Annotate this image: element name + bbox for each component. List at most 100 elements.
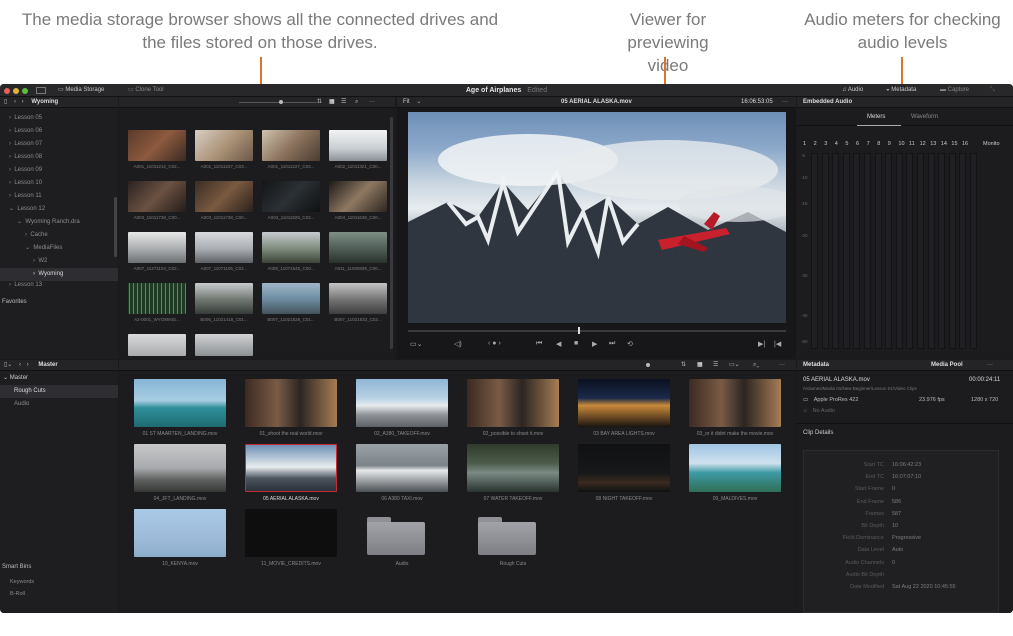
thumbnail[interactable] xyxy=(262,130,320,161)
thumbnail[interactable] xyxy=(329,283,387,314)
tree-item-lesson08[interactable]: › Lesson 08 xyxy=(0,151,118,164)
mark-in-icon[interactable]: ▶| xyxy=(758,340,765,348)
metadata-field-value[interactable]: 0 xyxy=(892,558,895,568)
tree-item-lesson07[interactable]: › Lesson 07 xyxy=(0,138,118,151)
bin-master[interactable]: ⌄ Master xyxy=(0,372,118,385)
thumbnail[interactable] xyxy=(195,130,253,161)
clip-thumbnail[interactable] xyxy=(689,444,781,492)
sort-icon[interactable]: ⇅ xyxy=(317,97,322,108)
loop-icon[interactable]: ⟲ xyxy=(627,340,633,348)
tab-meters[interactable]: Meters xyxy=(867,114,885,120)
folder-icon[interactable] xyxy=(367,517,425,555)
smart-bin-broll[interactable]: B-Roll xyxy=(10,591,25,597)
capture-button[interactable]: ▬ Capture xyxy=(940,86,969,95)
thumbnail[interactable] xyxy=(329,130,387,161)
list-view-icon[interactable]: ☰ xyxy=(341,97,346,108)
skip-end-icon[interactable]: ⏭ xyxy=(609,340,615,348)
clip-thumbnail[interactable] xyxy=(134,379,226,427)
thumbnail[interactable] xyxy=(128,181,186,212)
thumbnail[interactable] xyxy=(128,334,186,356)
bin-toggle-icon[interactable]: ▯⌄ xyxy=(4,362,12,368)
clip-thumbnail[interactable] xyxy=(356,444,448,492)
clip-thumbnail-selected[interactable] xyxy=(245,444,337,492)
sidebar-toggle-icon[interactable]: ▯ xyxy=(4,99,7,105)
thumbnail[interactable] xyxy=(195,334,253,356)
thumbnail[interactable] xyxy=(329,181,387,212)
thumbnail[interactable] xyxy=(128,232,186,263)
clip-thumbnail[interactable] xyxy=(467,379,559,427)
thumbnail[interactable] xyxy=(262,232,320,263)
thumbnail[interactable] xyxy=(195,283,253,314)
tree-item-mediafiles[interactable]: ⌄ MediaFiles xyxy=(0,242,118,255)
metadata-field-value[interactable]: 16:07:07:10 xyxy=(892,472,921,482)
clip-thumbnail[interactable] xyxy=(245,509,337,557)
clip-thumbnail[interactable] xyxy=(689,379,781,427)
more-options-icon[interactable]: ··· xyxy=(369,97,375,108)
thumbnail[interactable] xyxy=(262,181,320,212)
clip-thumbnail[interactable] xyxy=(134,444,226,492)
metadata-field-value[interactable]: Auto xyxy=(892,545,903,555)
thumbnail[interactable] xyxy=(128,130,186,161)
metadata-field-value[interactable]: 16:06:42:23 xyxy=(892,460,921,470)
tree-item-cache[interactable]: › Cache xyxy=(0,229,118,242)
playhead[interactable] xyxy=(578,327,581,334)
thumbnail[interactable] xyxy=(195,232,253,263)
audio-button[interactable]: ♫ Audio xyxy=(842,86,863,95)
folder-icon[interactable] xyxy=(478,517,536,555)
metadata-field-value[interactable]: 587 xyxy=(892,509,901,519)
zoom-handle[interactable] xyxy=(279,100,283,104)
metadata-field-value[interactable]: Progressive xyxy=(892,533,921,543)
clip-thumbnail[interactable] xyxy=(245,379,337,427)
tree-item-w2[interactable]: › W2 xyxy=(0,255,118,268)
timeline-view-icon[interactable]: ▭⌄ xyxy=(729,360,740,371)
audio-waveform-thumbnail[interactable] xyxy=(128,283,186,314)
mark-out-icon[interactable]: |◀ xyxy=(774,340,781,348)
bin-audio[interactable]: Audio xyxy=(0,398,118,411)
clip-thumbnail[interactable] xyxy=(578,379,670,427)
volume-icon[interactable]: ◁) xyxy=(454,340,462,348)
viewer-options-icon[interactable]: ··· xyxy=(782,97,788,108)
tree-item-lesson06[interactable]: › Lesson 06 xyxy=(0,125,118,138)
thumbnail-view-icon[interactable]: ▦ xyxy=(329,97,335,108)
viewer-mode-icon[interactable]: ▭⌄ xyxy=(410,340,422,348)
viewer-scrubber[interactable] xyxy=(408,330,786,332)
clip-thumbnail[interactable] xyxy=(134,509,226,557)
metadata-field-value[interactable]: 0 xyxy=(892,484,895,494)
reverse-icon[interactable]: ◀ xyxy=(556,340,561,348)
tree-item-lesson11[interactable]: › Lesson 11 xyxy=(0,190,118,203)
jog-icon[interactable]: ‹ ● › xyxy=(488,340,501,347)
smart-bin-keywords[interactable]: Keywords xyxy=(10,579,34,585)
skip-start-icon[interactable]: ⏮ xyxy=(536,340,542,348)
storage-grid-scrollbar[interactable] xyxy=(390,117,393,349)
pool-zoom-handle[interactable] xyxy=(646,363,650,367)
tree-item-wyoming[interactable]: › Wyoming xyxy=(0,268,118,281)
sort-icon[interactable]: ⇅ xyxy=(681,360,686,371)
bin-rough-cuts[interactable]: Rough Cuts xyxy=(0,385,118,398)
tree-item-lesson10[interactable]: › Lesson 10 xyxy=(0,177,118,190)
clip-thumbnail[interactable] xyxy=(356,379,448,427)
clip-thumbnail[interactable] xyxy=(467,444,559,492)
search-icon[interactable]: ⌕ xyxy=(355,97,358,108)
list-view-icon[interactable]: ☰ xyxy=(713,360,718,371)
play-icon[interactable]: ▶ xyxy=(592,340,597,348)
more-options-icon[interactable]: ··· xyxy=(779,360,785,371)
search-icon[interactable]: ⌕⌄ xyxy=(753,360,759,371)
back-icon[interactable]: ‹ xyxy=(19,362,21,368)
fit-dropdown[interactable]: Fit xyxy=(403,99,410,105)
expand-icon[interactable]: ⤡ xyxy=(990,86,995,95)
metadata-field-value[interactable]: 586 xyxy=(892,497,901,507)
tree-item-lesson12[interactable]: ⌄ Lesson 12 xyxy=(0,203,118,216)
thumbnail[interactable] xyxy=(262,283,320,314)
thumbnail[interactable] xyxy=(329,232,387,263)
thumbnail[interactable] xyxy=(195,181,253,212)
metadata-options-icon[interactable]: ··· xyxy=(987,360,993,371)
chevron-down-icon[interactable]: ⌄ xyxy=(416,99,421,105)
storage-scrollbar[interactable] xyxy=(114,197,117,257)
tree-item-lesson05[interactable]: › Lesson 05 xyxy=(0,112,118,125)
metadata-button[interactable]: ◒ Metadata xyxy=(886,86,916,95)
clip-thumbnail[interactable] xyxy=(578,444,670,492)
forward-icon[interactable]: › xyxy=(27,362,29,368)
tree-item-wyoming-ranch[interactable]: ⌄ Wyoming Ranch.dra xyxy=(0,216,118,229)
back-icon[interactable]: ‹ xyxy=(14,99,16,105)
tree-item-lesson09[interactable]: › Lesson 09 xyxy=(0,164,118,177)
